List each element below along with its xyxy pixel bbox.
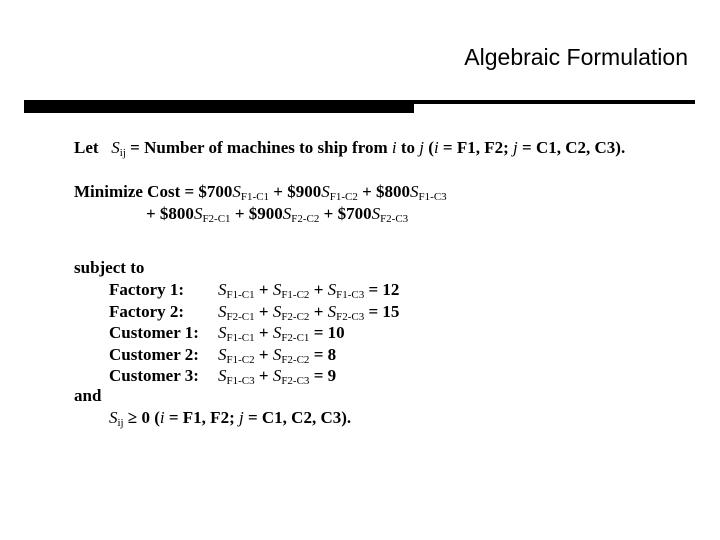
definition-text: = F1, F2;: [438, 138, 514, 157]
constraint-rhs: = 10: [309, 323, 345, 342]
constraint-label: Factory 1:: [109, 280, 185, 299]
constraint-rhs: = 15: [364, 301, 400, 321]
cost-coefficient: + $800: [146, 204, 194, 223]
variable-definition: Let Sij = Number of machines to ship fro…: [74, 138, 626, 159]
slide-title: Algebraic Formulation: [464, 44, 688, 70]
constraint-label: Customer 1:: [109, 323, 199, 342]
constraint-label: Factory 2:: [109, 301, 185, 321]
variable-subscript: F2-C1: [281, 332, 310, 344]
constraint-equation: SF1-C3 + SF2-C3 = 9: [218, 366, 337, 387]
variable-symbol: S: [109, 408, 118, 427]
cost-term: $700SF2-C3: [337, 204, 409, 225]
cost-coefficient: $700: [198, 182, 233, 201]
plus-sign: +: [269, 182, 288, 201]
variable-subscript: F1-C2: [226, 353, 255, 366]
variable-symbol: S: [232, 182, 241, 201]
definition-text: (: [424, 138, 434, 157]
objective-terms-1: $700SF1-C1 + $900SF1-C2 + $800SF1-C3: [198, 182, 447, 203]
title-rule-thick: [24, 100, 414, 113]
variable-subscript: F2-C2: [291, 213, 320, 225]
plus-sign: +: [230, 204, 249, 223]
variable-subscript: F1-C2: [281, 289, 310, 301]
variable-symbol: S: [218, 301, 227, 321]
variable-subscript: F1-C1: [240, 191, 270, 203]
nonneg-text: = F1, F2;: [164, 408, 239, 427]
constraint-rhs: = 9: [309, 366, 337, 385]
plus-sign: +: [319, 204, 338, 223]
variable-symbol: S: [410, 182, 419, 201]
cost-coefficient: $800: [376, 182, 411, 201]
nonneg-text: ≥ 0 (: [123, 408, 160, 427]
cost-term: + $800SF2-C1 +: [146, 204, 249, 225]
variable-subscript: F1-C1: [226, 289, 255, 301]
constraint-rhs: = 12: [364, 280, 400, 299]
cost-term: $900SF2-C2 +: [248, 204, 338, 225]
variable-symbol: S: [327, 301, 337, 321]
variable-subscript: F1-C1: [226, 332, 255, 344]
plus-sign: +: [254, 301, 273, 321]
variable-subscript: F2-C1: [202, 213, 231, 225]
plus-sign: +: [254, 344, 273, 364]
variable-subscript: F2-C2: [281, 353, 310, 366]
objective-line-2: + $800SF2-C1 + $900SF2-C2 + $700SF2-C3: [146, 204, 409, 225]
constraints-heading: subject to: [74, 258, 145, 277]
plus-sign: +: [357, 182, 377, 201]
variable-symbol: S: [371, 204, 381, 223]
definition-text: to: [396, 138, 420, 157]
nonnegativity-constraint: Sij ≥ 0 (i = F1, F2; j = C1, C2, C3).: [109, 408, 352, 429]
let-label: Let: [74, 138, 99, 157]
nonneg-text: = C1, C2, C3).: [243, 408, 352, 427]
variable-subscript: F2-C2: [281, 310, 310, 323]
cost-coefficient: $700: [337, 204, 372, 223]
constraint-label: Customer 3:: [109, 366, 199, 385]
constraint-equation: SF2-C1 + SF2-C2 + SF2-C3 = 15: [218, 301, 400, 323]
plus-sign: +: [254, 366, 273, 385]
variable-symbol: S: [218, 366, 227, 385]
variable-symbol: S: [111, 138, 120, 157]
variable-subscript: F2-C3: [281, 375, 310, 387]
cost-coefficient: $900: [287, 182, 322, 201]
variable-symbol: S: [218, 323, 227, 342]
and-label: and: [74, 386, 102, 405]
plus-sign: +: [309, 301, 328, 321]
cost-term: $700SF1-C1 +: [198, 182, 288, 203]
variable-subscript: F1-C3: [418, 191, 447, 203]
objective-terms-2: + $800SF2-C1 + $900SF2-C2 + $700SF2-C3: [146, 204, 409, 225]
constraint-equation: SF1-C2 + SF2-C2 = 8: [218, 344, 337, 366]
variable-symbol: S: [218, 280, 227, 299]
variable-symbol: S: [321, 182, 330, 201]
variable-subscript: F2-C3: [380, 213, 409, 225]
definition-text: = Number of machines to ship from: [125, 138, 392, 157]
cost-term: $800SF1-C3: [376, 182, 447, 203]
objective-label: Minimize Cost =: [74, 182, 199, 201]
plus-sign: +: [254, 280, 273, 299]
constraint-rhs: = 8: [309, 344, 337, 364]
variable-subscript: F1-C2: [329, 191, 358, 203]
constraint-label: Customer 2:: [109, 344, 199, 364]
plus-sign: +: [309, 280, 328, 299]
variable-subscript: F1-C3: [226, 375, 255, 387]
variable-subscript: F1-C3: [336, 289, 365, 301]
cost-term: $900SF1-C2 +: [287, 182, 377, 203]
constraint-equation: SF1-C1 + SF2-C1 = 10: [218, 323, 345, 344]
cost-coefficient: $900: [248, 204, 283, 223]
variable-symbol: S: [327, 280, 337, 299]
definition-text: = C1, C2, C3).: [517, 138, 626, 157]
variable-symbol: S: [282, 204, 292, 223]
plus-sign: +: [254, 323, 273, 342]
objective-line-1: Minimize Cost = $700SF1-C1 + $900SF1-C2 …: [74, 182, 447, 203]
variable-subscript: F2-C1: [226, 310, 255, 323]
variable-symbol: S: [218, 344, 227, 364]
constraint-equation: SF1-C1 + SF1-C2 + SF1-C3 = 12: [218, 280, 400, 301]
variable-subscript: F2-C3: [336, 310, 365, 323]
